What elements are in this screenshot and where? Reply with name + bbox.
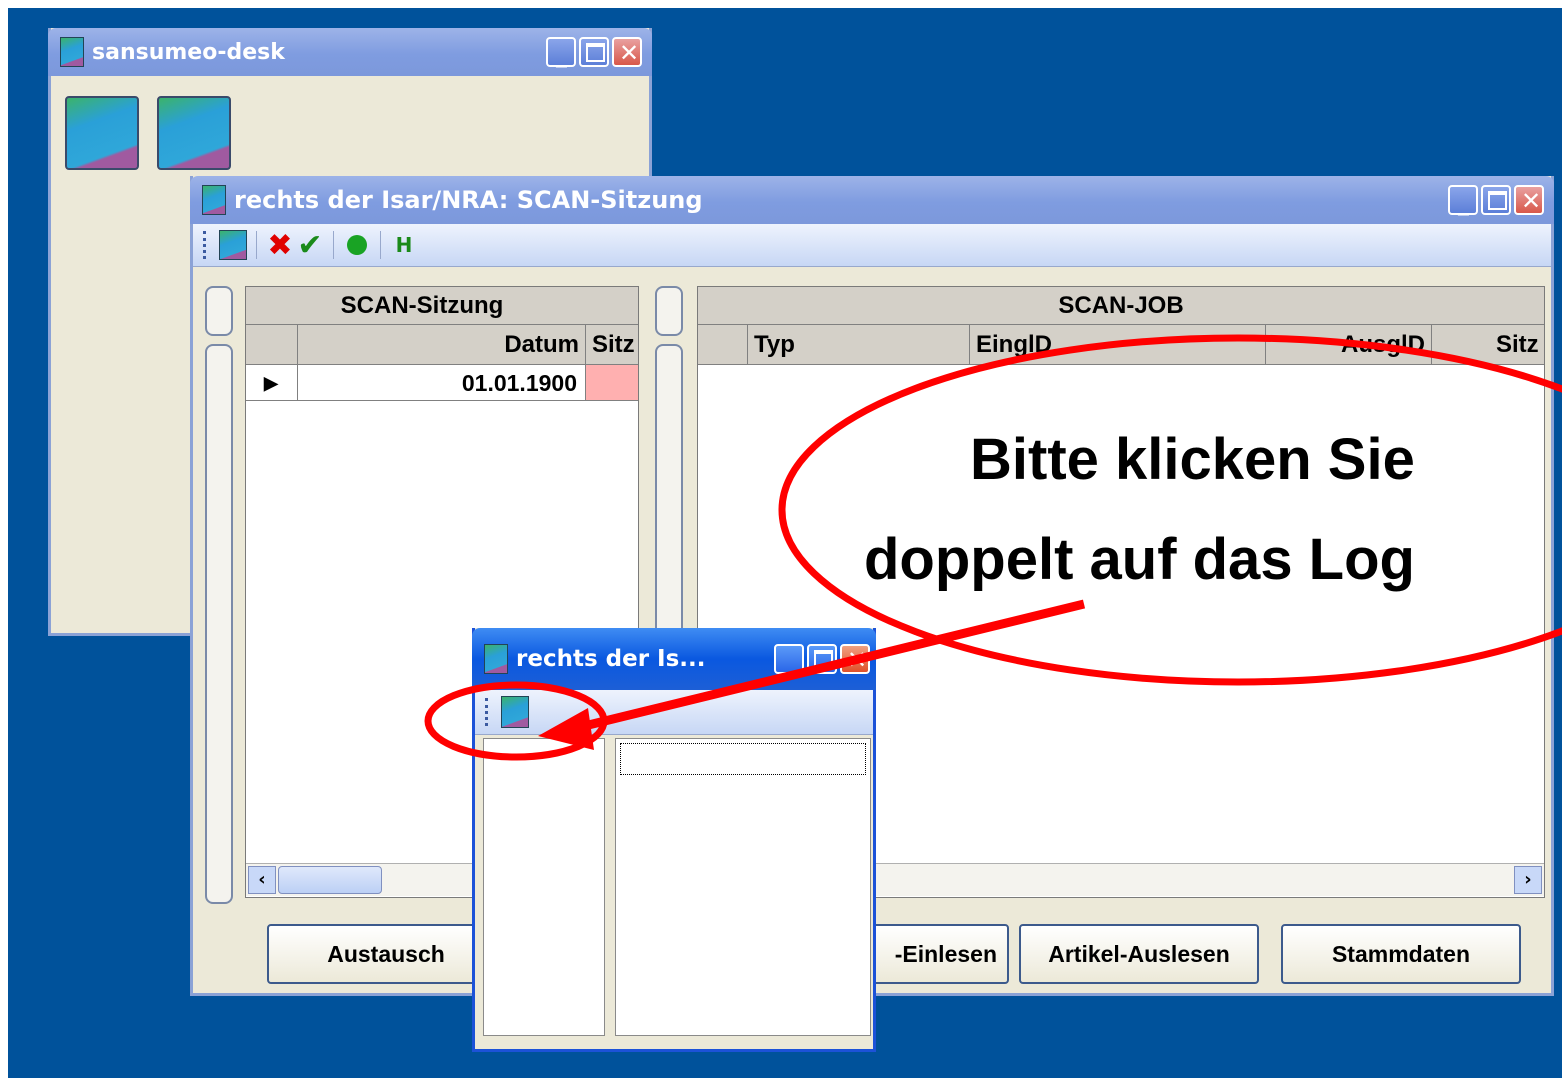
column-header-sitz[interactable]: Sitz xyxy=(586,325,638,365)
maximize-button[interactable] xyxy=(807,644,837,674)
app-logo-icon xyxy=(202,185,226,215)
focus-field[interactable] xyxy=(620,743,866,775)
cell-sitz[interactable] xyxy=(586,365,638,401)
small-left-pane xyxy=(483,738,605,1036)
toolbar-grip[interactable] xyxy=(203,231,210,259)
desk-shortcut-1-icon[interactable] xyxy=(65,96,139,170)
toolbar-separator xyxy=(333,231,334,259)
row-indicator[interactable]: ▶ xyxy=(246,365,298,401)
job-grid-header: SCAN-JOB xyxy=(698,287,1544,325)
desk-shortcut-2-icon[interactable] xyxy=(157,96,231,170)
maximize-button[interactable] xyxy=(579,37,609,67)
row-indicator-header xyxy=(246,325,298,365)
annotation-line-2: doppelt auf das Log xyxy=(864,527,1415,592)
left-splitter-handle[interactable] xyxy=(205,286,233,336)
artikel-auslesen-button[interactable]: Artikel-Auslesen xyxy=(1019,924,1259,984)
confirm-check-icon[interactable]: ✔ xyxy=(295,228,325,263)
scroll-right-arrow-icon[interactable]: › xyxy=(1514,866,1542,894)
desk-window-title: sansumeo-desk xyxy=(92,39,285,65)
close-button[interactable]: ✕ xyxy=(612,37,642,67)
desk-window-titlebar[interactable]: sansumeo-desk ▁ ✕ xyxy=(48,28,652,76)
small-window-titlebar[interactable]: rechts der Is... ▁ ✕ xyxy=(472,628,876,690)
main-window-title: rechts der Isar/NRA: SCAN-Sitzung xyxy=(234,186,703,214)
close-button[interactable]: ✕ xyxy=(840,644,870,674)
sitzung-grid-header: SCAN-Sitzung xyxy=(246,287,638,325)
left-vertical-scrollbar[interactable] xyxy=(205,344,233,904)
minimize-button[interactable]: ▁ xyxy=(546,37,576,67)
delete-icon[interactable]: ✖ xyxy=(265,228,295,263)
main-window-titlebar[interactable]: rechts der Isar/NRA: SCAN-Sitzung ▁ ✕ xyxy=(190,176,1554,224)
middle-splitter-handle[interactable] xyxy=(655,286,683,336)
app-logo-icon xyxy=(484,644,508,674)
toolbar-separator xyxy=(256,231,257,259)
scroll-thumb[interactable] xyxy=(278,866,382,894)
row-indicator-header xyxy=(698,325,748,365)
column-header-eingid[interactable]: EinglD xyxy=(970,325,1266,365)
cell-datum[interactable]: 01.01.1900 xyxy=(298,365,586,401)
green-dot-icon[interactable] xyxy=(342,230,372,260)
austausch-button[interactable]: Austausch xyxy=(267,924,505,984)
column-header-ausgid[interactable]: AusglD xyxy=(1266,325,1432,365)
scroll-left-arrow-icon[interactable]: ‹ xyxy=(248,866,276,894)
close-button[interactable]: ✕ xyxy=(1514,185,1544,215)
small-window: rechts der Is... ▁ ✕ xyxy=(472,628,876,1052)
toolbar-separator xyxy=(380,231,381,259)
app-logo-icon xyxy=(60,37,84,67)
maximize-button[interactable] xyxy=(1481,185,1511,215)
toolbar-grip[interactable] xyxy=(485,698,492,726)
annotation-line-1: Bitte klicken Sie xyxy=(970,427,1415,492)
middle-vertical-scrollbar[interactable] xyxy=(655,344,683,644)
stammdaten-button[interactable]: Stammdaten xyxy=(1281,924,1521,984)
small-right-pane xyxy=(615,738,871,1036)
minimize-button[interactable]: ▁ xyxy=(1448,185,1478,215)
desktop: sansumeo-desk ▁ ✕ rechts der Isar/NRA: S… xyxy=(8,8,1562,1078)
app-logo-toolbar-icon[interactable] xyxy=(500,696,530,728)
minimize-button[interactable]: ▁ xyxy=(774,644,804,674)
small-toolbar xyxy=(475,690,873,735)
h-button[interactable]: H xyxy=(389,230,419,260)
column-header-sitz[interactable]: Sitz xyxy=(1432,325,1544,365)
app-logo-toolbar-icon[interactable] xyxy=(218,230,248,260)
small-window-title: rechts der Is... xyxy=(516,646,706,672)
column-header-datum[interactable]: Datum xyxy=(298,325,586,365)
column-header-typ[interactable]: Typ xyxy=(748,325,970,365)
main-toolbar: ✖ ✔ H xyxy=(193,224,1551,267)
